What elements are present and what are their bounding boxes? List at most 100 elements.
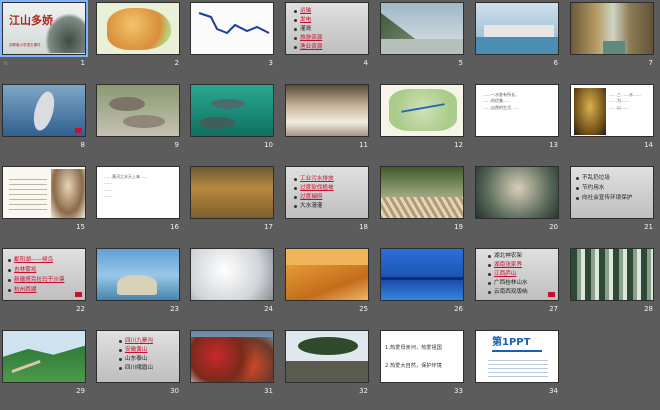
slide-number: 25	[359, 305, 368, 313]
slide-preview[interactable]: 运输 发电 灌溉 旅游资源 渔业资源	[285, 2, 369, 55]
slide-thumbnail-32[interactable]: 32	[285, 330, 369, 396]
slide-preview[interactable]	[285, 330, 369, 383]
slide-preview[interactable]	[380, 166, 464, 219]
slide-preview[interactable]	[475, 166, 559, 219]
slide-thumbnail-24[interactable]: 24	[190, 248, 274, 314]
bullet-text: 安徽黄山	[125, 347, 148, 353]
bullet-text: 旅游资源	[300, 35, 323, 41]
slide-thumbnail-1[interactable]: 江山多娇 苏教版小学语文课件 1 ☆	[0, 0, 88, 68]
seal-2	[123, 115, 165, 128]
slide-preview[interactable]	[96, 2, 180, 55]
reflection	[381, 277, 463, 280]
slide-preview[interactable]	[2, 84, 86, 137]
slide-preview[interactable]	[190, 166, 274, 219]
bullet-text: 杭州西湖	[14, 287, 37, 293]
slide-thumbnail-14[interactable]: ……三……水…… ……为…… ……以…… 14	[570, 84, 654, 150]
bullet-dot	[119, 339, 122, 343]
slide-sorter-grid: 江山多娇 苏教版小学语文课件 1 ☆ 2 3 运输 发电 灌溉 旅游资源 渔业资源 4 5 6 7 8 9 10 1…	[0, 0, 660, 410]
slide-number: 8	[80, 141, 85, 149]
red-foliage	[191, 337, 273, 382]
slide-preview[interactable]	[190, 248, 274, 301]
slide-thumbnail-19[interactable]: 19	[380, 166, 464, 232]
slide-thumbnail-17[interactable]: 17	[190, 166, 274, 232]
slide-thumbnail-29[interactable]: 29	[2, 330, 86, 396]
slide-preview[interactable]	[475, 2, 559, 55]
slide-preview[interactable]	[96, 84, 180, 137]
bullet-dot	[119, 348, 122, 352]
slide-preview[interactable]: 不乱扔垃圾 节约用水 向社会宣传环境保护	[570, 166, 654, 219]
slide-thumbnail-34[interactable]: 第1PPT 34	[475, 330, 559, 396]
slide-thumbnail-18[interactable]: 工业污水排放 过度砍伐植被 过度捕捞 大水漫灌 18	[285, 166, 369, 232]
slide-preview[interactable]	[285, 84, 369, 137]
slide-number: 10	[264, 141, 273, 149]
slide-thumbnail-10[interactable]: 10	[190, 84, 274, 150]
slide-thumbnail-16[interactable]: ……黄河之水天上来…… …… …… …… 16	[96, 166, 180, 232]
slide-preview[interactable]: 江山多娇 苏教版小学语文课件	[0, 0, 88, 57]
slide-thumbnail-12[interactable]: 12	[380, 84, 464, 150]
slide-preview[interactable]: 四川九寨沟 安徽黄山 山东泰山 四川峨眉山	[96, 330, 180, 383]
slide-thumbnail-13[interactable]: ……一水各有所长， ……的优美…… ……自然的生活…… 13	[475, 84, 559, 150]
bullet-text: 向社会宣传环境保护	[582, 195, 633, 201]
slide-thumbnail-6[interactable]: 6	[475, 2, 559, 68]
slide-thumbnail-15[interactable]: 15	[2, 166, 86, 232]
bullet-dot	[488, 254, 491, 258]
slide-preview[interactable]	[380, 2, 464, 55]
slide-preview[interactable]: 工业污水排放 过度砍伐植被 过度捕捞 大水漫灌	[285, 166, 369, 219]
slide-preview[interactable]: 鄱阳湖——候鸟 吉林雾凇 新疆塔克拉玛干沙漠 杭州西湖	[2, 248, 86, 301]
slide-preview[interactable]	[190, 2, 274, 55]
slide-thumbnail-20[interactable]: 20	[475, 166, 559, 232]
slide-preview[interactable]: 第1PPT	[475, 330, 559, 383]
slide-thumbnail-3[interactable]: 3	[190, 2, 274, 68]
slide-thumbnail-28[interactable]: 28	[570, 248, 654, 314]
slide-thumbnail-33[interactable]: 1.热爱母亲河，热爱祖国 2.热爱大自然，保护环境 33	[380, 330, 464, 396]
slide-number: 9	[174, 141, 179, 149]
slide-thumbnail-9[interactable]: 9	[96, 84, 180, 150]
slide-thumbnail-11[interactable]: 11	[285, 84, 369, 150]
slide-thumbnail-21[interactable]: 不乱扔垃圾 节约用水 向社会宣传环境保护 21	[570, 166, 654, 232]
slide-thumbnail-4[interactable]: 运输 发电 灌溉 旅游资源 渔业资源 4	[285, 2, 369, 68]
slide-number: 29	[76, 387, 85, 395]
bullet-dot	[8, 278, 11, 282]
slide-thumbnail-31[interactable]: 31	[190, 330, 274, 396]
slide-thumbnail-5[interactable]: 5	[380, 2, 464, 68]
slide-thumbnail-26[interactable]: 26	[380, 248, 464, 314]
slide-subtitle: 苏教版小学语文课件	[9, 43, 41, 47]
bullet-text: 渔业资源	[300, 44, 323, 50]
slide-preview[interactable]	[190, 84, 274, 137]
slide-bg	[381, 331, 463, 382]
slide-number: 2	[174, 59, 179, 67]
bullet-text: 节约用水	[582, 185, 605, 191]
bullet-text: 灌溉	[300, 26, 312, 32]
slide-preview[interactable]: 湖北神农架 湖南张家界 江西庐山 广西桂林山水 云南西双版纳	[475, 248, 559, 301]
slide-thumbnail-27[interactable]: 湖北神农架 湖南张家界 江西庐山 广西桂林山水 云南西双版纳 27	[475, 248, 559, 314]
slide-number: 23	[170, 305, 179, 313]
slide-thumbnail-25[interactable]: 25	[285, 248, 369, 314]
slide-thumbnail-7[interactable]: 7	[570, 2, 654, 68]
slide-number: 32	[359, 387, 368, 395]
slide-preview[interactable]	[570, 2, 654, 55]
slide-preview[interactable]: ……黄河之水天上来…… …… …… ……	[96, 166, 180, 219]
slide-preview[interactable]	[380, 248, 464, 301]
slide-preview[interactable]: ……一水各有所长， ……的优美…… ……自然的生活……	[475, 84, 559, 137]
slide-number: 1	[80, 59, 85, 67]
slide-thumbnail-23[interactable]: 23	[96, 248, 180, 314]
slide-body-text: ……一水各有所长， ……的优美…… ……自然的生活……	[483, 92, 519, 110]
slide-preview[interactable]: 1.热爱母亲河，热爱祖国 2.热爱大自然，保护环境	[380, 330, 464, 383]
slide-thumbnail-8[interactable]: 8	[2, 84, 86, 150]
slide-preview[interactable]	[570, 248, 654, 301]
slide-preview[interactable]	[2, 166, 86, 219]
slide-number: 27	[549, 305, 558, 313]
slide-thumbnail-30[interactable]: 四川九寨沟 安徽黄山 山东泰山 四川峨眉山 30	[96, 330, 180, 396]
slide-preview[interactable]	[190, 330, 274, 383]
slide-preview[interactable]	[96, 248, 180, 301]
slide-preview[interactable]	[380, 84, 464, 137]
slide-preview[interactable]	[285, 248, 369, 301]
slide-body-text: ……黄河之水天上来…… …… …… ……	[104, 174, 148, 198]
slide-preview[interactable]: ……三……水…… ……为…… ……以……	[570, 84, 654, 137]
slide-thumbnail-22[interactable]: 鄱阳湖——候鸟 吉林雾凇 新疆塔克拉玛干沙漠 杭州西湖 22	[2, 248, 86, 314]
slide-number: 34	[549, 387, 558, 395]
slide-preview[interactable]	[2, 330, 86, 383]
bullet-text: 江西庐山	[494, 271, 517, 277]
slide-thumbnail-2[interactable]: 2	[96, 2, 180, 68]
bullet-text: 云南西双版纳	[494, 289, 528, 295]
